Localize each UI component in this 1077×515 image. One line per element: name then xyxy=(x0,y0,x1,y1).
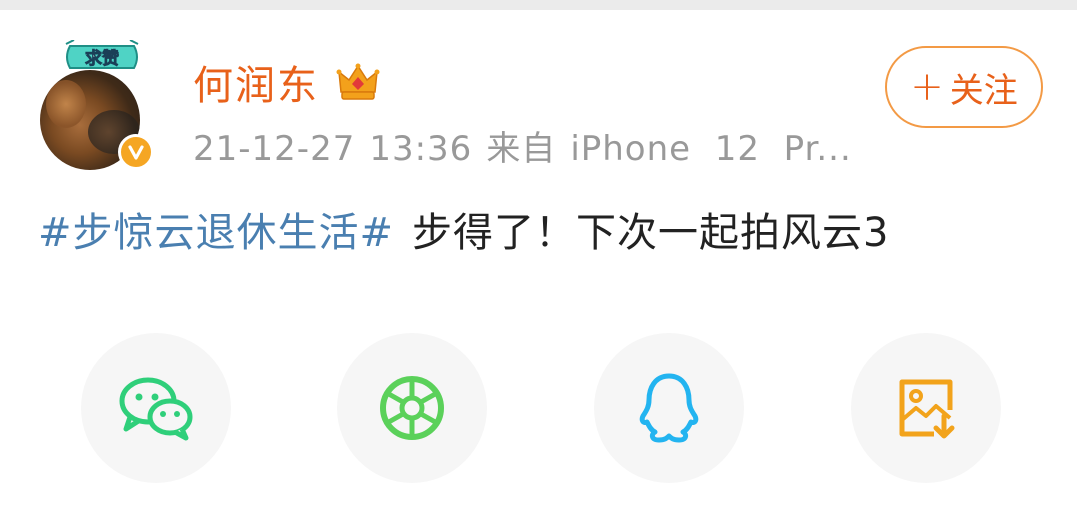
post-date: 21-12-27 xyxy=(193,129,356,169)
post-text: 步得了！下次一起拍风云3 xyxy=(412,210,890,256)
qiuzan-badge: 求赞 xyxy=(65,40,139,69)
crown-icon xyxy=(336,63,380,100)
verified-badge-icon xyxy=(118,134,154,170)
wechat-icon xyxy=(119,377,193,441)
top-separator xyxy=(0,0,1077,10)
qq-icon xyxy=(639,373,699,443)
post-device: iPhone 12 Pr... xyxy=(570,129,852,169)
save-image-icon xyxy=(899,379,955,439)
share-moments-button[interactable] xyxy=(337,333,487,483)
plus-icon: + xyxy=(910,64,944,110)
share-wechat-button[interactable] xyxy=(81,333,231,483)
share-qq-button[interactable] xyxy=(594,333,744,483)
follow-label: 关注 xyxy=(949,70,1018,111)
save-image-button[interactable] xyxy=(851,333,1001,483)
user-avatar[interactable]: 求赞 xyxy=(40,40,158,170)
post-time: 13:36 xyxy=(369,129,473,169)
svg-text:求赞: 求赞 xyxy=(85,48,119,69)
source-label: 来自 xyxy=(486,129,557,169)
follow-button[interactable]: + 关注 xyxy=(885,46,1043,128)
hashtag-link[interactable]: #步惊云退休生活# xyxy=(38,210,394,256)
post-content: #步惊云退休生活# 步得了！下次一起拍风云3 xyxy=(38,205,889,261)
moments-icon xyxy=(380,376,444,440)
username[interactable]: 何润东 xyxy=(193,62,319,110)
post-meta: 21-12-27 13:36 来自 iPhone 12 Pr... xyxy=(193,127,866,171)
